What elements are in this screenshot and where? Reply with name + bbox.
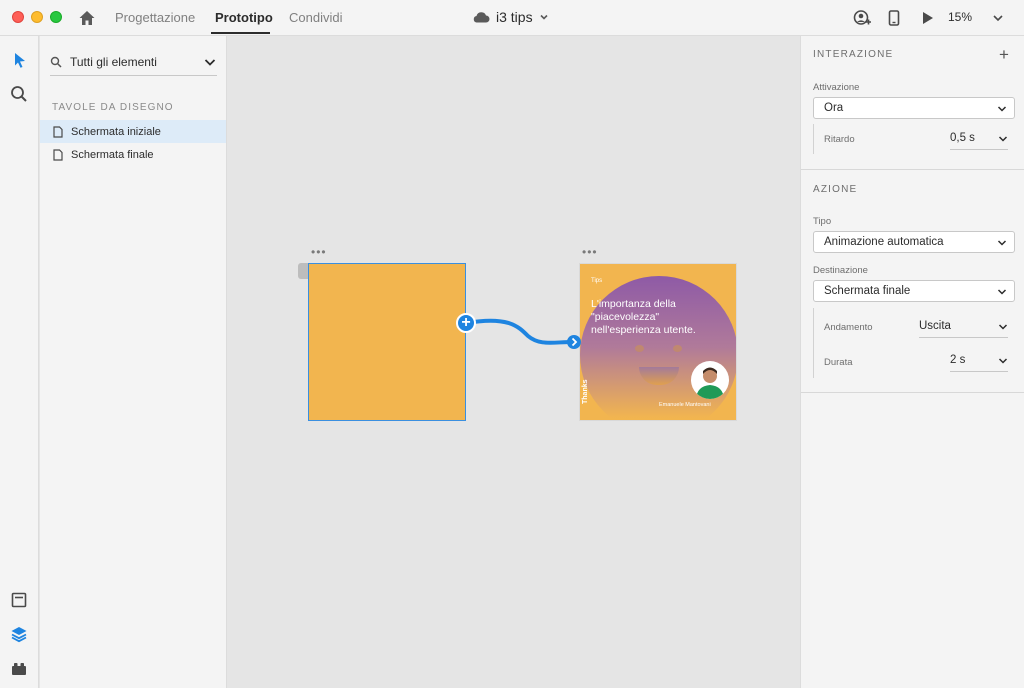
artboard-item-schermata-iniziale[interactable]: Schermata iniziale xyxy=(40,120,226,143)
title-bar: Progettazione Prototipo Condividi i3 tip… xyxy=(0,0,1024,36)
property-inspector: INTERAZIONE + Attivazione Ora Ritardo 0,… xyxy=(800,36,1024,688)
chevron-down-icon xyxy=(540,14,548,20)
action-type-value: Animazione automatica xyxy=(824,236,944,248)
chevron-down-icon xyxy=(998,358,1008,364)
close-window-button[interactable] xyxy=(12,11,24,23)
destination-label: Destinazione xyxy=(813,265,868,276)
duration-select[interactable]: 2 s xyxy=(950,352,1008,372)
artboard-schermata-finale[interactable]: Tips L'importanza della "piacevolezza" n… xyxy=(579,263,737,421)
face-eye xyxy=(635,345,644,352)
artboard-icon xyxy=(53,125,63,138)
chevron-down-icon xyxy=(204,59,216,66)
easing-value: Uscita xyxy=(919,320,951,332)
chevron-down-icon xyxy=(998,324,1008,330)
author-avatar xyxy=(691,361,729,399)
delay-label: Ritardo xyxy=(824,134,855,145)
assets-panel-icon[interactable] xyxy=(10,591,28,609)
interaction-section-title: INTERAZIONE xyxy=(813,49,894,60)
artboard-side-text: Thanks xyxy=(582,379,589,404)
easing-select[interactable]: Uscita xyxy=(919,318,1008,338)
artboard-item-label: Schermata finale xyxy=(71,148,154,161)
plugins-icon[interactable] xyxy=(10,659,28,677)
chevron-right-icon xyxy=(571,337,578,347)
delay-value: 0,5 s xyxy=(950,132,975,144)
tool-bar xyxy=(0,36,39,688)
design-canvas[interactable]: ••• ••• Tips L'importanza della "piacevo… xyxy=(228,36,800,688)
artboards-section-title: TAVOLE DA DISEGNO xyxy=(52,102,174,113)
tab-prototipo[interactable]: Prototipo xyxy=(215,10,273,25)
artboard-headline: L'importanza della "piacevolezza" nell'e… xyxy=(591,298,696,336)
zoom-window-button[interactable] xyxy=(50,11,62,23)
action-section-title: AZIONE xyxy=(813,184,858,195)
document-title: i3 tips xyxy=(496,9,533,25)
select-tool-icon[interactable] xyxy=(10,51,28,69)
artboard-tag: Tips xyxy=(591,278,603,284)
cloud-icon xyxy=(473,12,490,23)
artboard-menu-dots[interactable]: ••• xyxy=(582,246,598,258)
artboard-item-label: Schermata iniziale xyxy=(71,125,161,138)
layers-filter-label: Tutti gli elementi xyxy=(70,55,157,69)
tab-progettazione[interactable]: Progettazione xyxy=(115,10,195,25)
action-type-select[interactable]: Animazione automatica xyxy=(813,231,1015,253)
document-title-menu[interactable]: i3 tips xyxy=(472,9,549,25)
device-preview-icon[interactable] xyxy=(885,9,903,27)
zoom-level[interactable]: 15% xyxy=(948,10,972,24)
artboard-schermata-iniziale[interactable] xyxy=(308,263,466,421)
section-divider xyxy=(801,169,1024,170)
zoom-chevron-icon[interactable] xyxy=(992,12,1004,24)
section-divider xyxy=(801,392,1024,393)
layers-panel: Tutti gli elementi TAVOLE DA DISEGNO Sch… xyxy=(40,36,227,688)
chevron-down-icon xyxy=(997,240,1007,246)
duration-value: 2 s xyxy=(950,354,966,366)
easing-label: Andamento xyxy=(824,322,873,333)
indent-guide xyxy=(813,308,814,378)
home-icon[interactable] xyxy=(78,9,96,27)
chevron-down-icon xyxy=(998,136,1008,142)
trigger-label: Attivazione xyxy=(813,82,860,93)
chevron-down-icon xyxy=(997,106,1007,112)
play-icon[interactable] xyxy=(918,9,936,27)
type-label: Tipo xyxy=(813,216,832,227)
minimize-window-button[interactable] xyxy=(31,11,43,23)
zoom-tool-icon[interactable] xyxy=(10,85,28,103)
layers-filter[interactable]: Tutti gli elementi xyxy=(50,50,217,76)
artboard-menu-dots[interactable]: ••• xyxy=(311,246,327,258)
duration-label: Durata xyxy=(824,357,853,368)
layers-panel-icon[interactable] xyxy=(10,625,28,643)
destination-select[interactable]: Schermata finale xyxy=(813,280,1015,302)
chevron-down-icon xyxy=(997,289,1007,295)
delay-select[interactable]: 0,5 s xyxy=(950,130,1008,150)
trigger-value: Ora xyxy=(824,102,844,114)
artboard-icon xyxy=(53,148,63,161)
indent-guide xyxy=(813,124,814,154)
destination-value: Schermata finale xyxy=(824,285,911,297)
search-icon xyxy=(50,56,62,68)
share-user-icon[interactable] xyxy=(853,9,871,27)
wire-target-arrow[interactable] xyxy=(567,335,581,349)
active-tab-indicator xyxy=(211,32,270,34)
add-interaction-handle[interactable]: + xyxy=(456,313,476,333)
trigger-select[interactable]: Ora xyxy=(813,97,1015,119)
home-artboard-marker[interactable] xyxy=(298,263,308,279)
tab-condividi[interactable]: Condividi xyxy=(289,10,342,25)
artboard-item-schermata-finale[interactable]: Schermata finale xyxy=(40,143,226,166)
add-interaction-button[interactable]: + xyxy=(999,46,1009,63)
face-eye xyxy=(673,345,682,352)
artboard-author: Emanuele Mantovani xyxy=(659,402,711,408)
